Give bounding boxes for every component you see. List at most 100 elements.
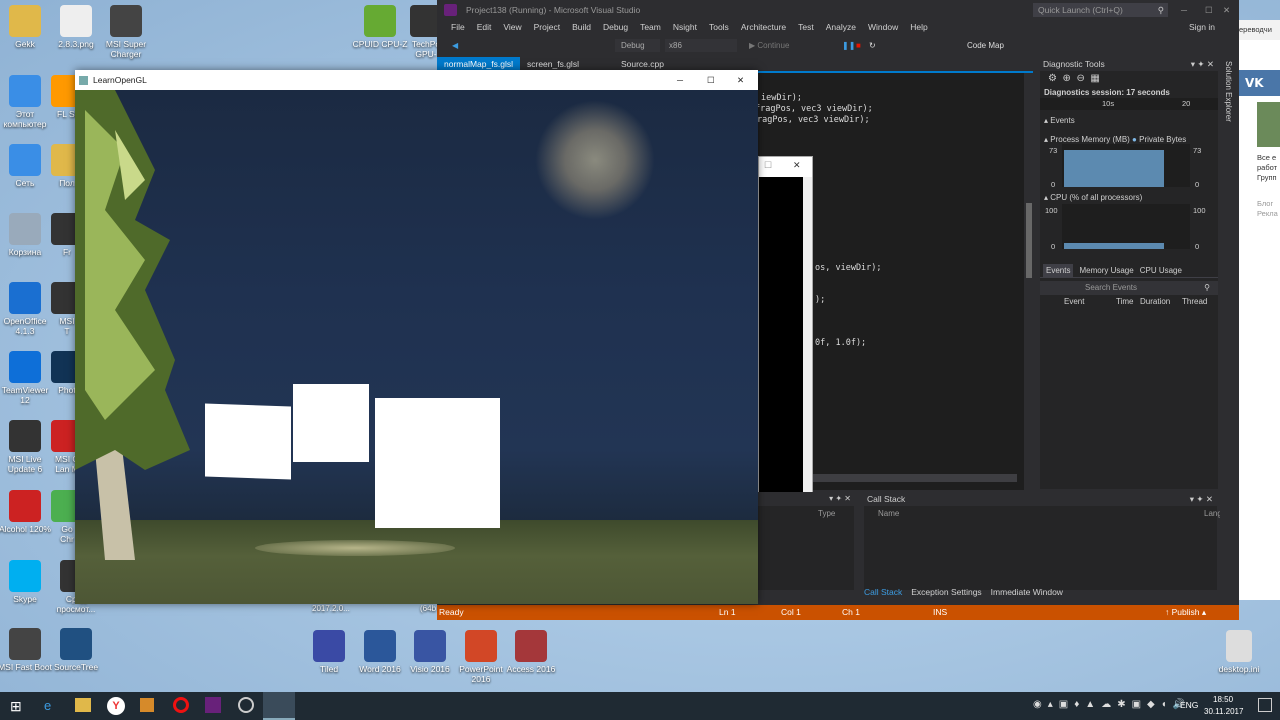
restart-icon[interactable]: ↻ <box>869 35 876 56</box>
start-windows-icon[interactable]: ⊞ <box>10 698 22 715</box>
edge-icon[interactable]: e <box>44 698 51 713</box>
sign-in-link[interactable]: Sign in <box>1183 20 1221 35</box>
console-scrollbar[interactable] <box>803 177 812 496</box>
clock-time[interactable]: 18:50 <box>1213 695 1233 704</box>
bottom-tabs: Call Stack Exception Settings Immediate … <box>864 587 1063 597</box>
panel-controls[interactable]: ▾ ✦ ✕ <box>1191 57 1214 71</box>
yandex-browser-icon[interactable]: Y <box>107 697 125 715</box>
minimize-button[interactable]: ─ <box>677 70 683 90</box>
menu-analyze[interactable]: Analyze <box>820 20 862 35</box>
maximize-button[interactable]: ☐ <box>707 70 715 90</box>
diag-header: Diagnostic Tools ▾ ✦ ✕ <box>1040 57 1218 71</box>
menu-test[interactable]: Test <box>792 20 820 35</box>
notification-icon[interactable] <box>1258 698 1272 712</box>
ruler-label: 10s <box>1102 99 1115 108</box>
close-button[interactable]: ✕ <box>737 70 744 90</box>
config-dropdown[interactable]: Debug <box>615 39 660 52</box>
unity-icon[interactable] <box>238 697 254 713</box>
pause-icon[interactable]: ❚❚ <box>842 35 855 56</box>
continue-button[interactable]: ▶ Continue <box>749 35 789 56</box>
h-scrollbar[interactable] <box>807 474 1017 482</box>
language-indicator[interactable]: ENG <box>1180 700 1198 710</box>
tab-screen-fs[interactable]: screen_fs.glsl <box>520 57 586 71</box>
menu-file[interactable]: File <box>445 20 471 35</box>
search-events-input[interactable]: Search Events ⚲ <box>1040 281 1218 295</box>
menu-team[interactable]: Team <box>634 20 667 35</box>
col-duration[interactable]: Duration <box>1140 295 1170 309</box>
tab-events[interactable]: Events <box>1043 264 1074 277</box>
media-icon[interactable] <box>140 698 154 712</box>
tab-exception-settings[interactable]: Exception Settings <box>911 587 981 597</box>
quick-launch-placeholder: Quick Launch (Ctrl+Q) <box>1038 5 1123 15</box>
desktop-icon-label: SourceTree <box>53 662 99 672</box>
learnopengl-window[interactable]: LearnOpenGL ─ ☐ ✕ <box>75 70 758 604</box>
minimize-button[interactable]: ─ <box>1181 0 1187 20</box>
col-event[interactable]: Event <box>1064 295 1084 309</box>
menu-window[interactable]: Window <box>862 20 904 35</box>
solution-explorer-tab[interactable]: Solution Explorer <box>1220 57 1239 600</box>
menu-tools[interactable]: Tools <box>703 20 735 35</box>
tray-icons[interactable]: ◉▴▣♦▲☁✱▣◆◖🔊 <box>1033 699 1191 710</box>
desktop-file-ini[interactable]: desktop.ini <box>1203 630 1275 690</box>
stop-icon[interactable]: ■ <box>856 35 861 56</box>
clock-date[interactable]: 30.11.2017 <box>1204 707 1243 716</box>
name-column-header: Name <box>878 509 900 518</box>
tab-source-cpp[interactable]: Source.cpp <box>614 57 671 71</box>
opera-icon[interactable] <box>173 697 189 713</box>
close-button[interactable]: ✕ <box>1223 0 1230 20</box>
tab-memory-usage[interactable]: Memory Usage <box>1079 264 1133 277</box>
status-line: Ln 1 <box>719 607 736 617</box>
ini-file-icon <box>1226 630 1252 662</box>
desktop-icon[interactable]: Access 2016 <box>495 630 567 690</box>
menu-build[interactable]: Build <box>566 20 597 35</box>
browser-text: Групп <box>1257 173 1277 182</box>
menu-edit[interactable]: Edit <box>471 20 498 35</box>
word-icon <box>364 630 396 662</box>
search-icon: ⚲ <box>1157 5 1164 15</box>
col-thread[interactable]: Thread <box>1182 295 1207 309</box>
menu-architecture[interactable]: Architecture <box>735 20 792 35</box>
white-quad-1 <box>205 403 291 480</box>
tab-cpu-usage[interactable]: CPU Usage <box>1140 264 1182 277</box>
quick-launch-input[interactable]: Quick Launch (Ctrl+Q) ⚲ <box>1033 3 1168 17</box>
menu-project[interactable]: Project <box>528 20 566 35</box>
memory-fill <box>1064 150 1164 187</box>
diag-toolbar[interactable]: ⚙ ⊕ ⊖ ▦ <box>1040 71 1218 87</box>
browser-text: Все е <box>1257 153 1277 162</box>
diag-session: Diagnostics session: 17 seconds <box>1044 88 1170 97</box>
panel-controls[interactable]: ▾ ✦ ✕ <box>758 492 854 506</box>
desktop-icon[interactable]: SourceTree <box>40 628 112 688</box>
visual-studio-task-icon[interactable] <box>205 697 221 713</box>
close-icon[interactable]: ✕ <box>793 160 801 171</box>
desktop-icon[interactable]: MSI Super Charger <box>90 5 162 65</box>
code-map-button[interactable]: Code Map <box>967 35 1004 56</box>
scrollbar-thumb[interactable] <box>1026 203 1032 278</box>
editor-scrollbar[interactable] <box>1024 73 1034 490</box>
file-explorer-icon[interactable] <box>75 698 91 712</box>
menu-help[interactable]: Help <box>904 20 933 35</box>
col-time[interactable]: Time <box>1116 295 1133 309</box>
maximize-icon[interactable]: ☐ <box>764 160 772 171</box>
tab-immediate-window[interactable]: Immediate Window <box>991 587 1063 597</box>
learnopengl-task-button[interactable] <box>263 692 295 720</box>
console-window[interactable]: ☐ ✕ <box>758 156 813 497</box>
code-line: ragPos, vec3 viewDir); <box>757 115 870 125</box>
taskbar: ⊞ e Y ◉▴▣♦▲☁✱▣◆◖🔊 ENG 18:50 30.11.2017 <box>0 692 1280 720</box>
maximize-button[interactable]: ☐ <box>1205 0 1213 20</box>
tab-normalmap[interactable]: normalMap_fs.glsl <box>437 57 520 71</box>
menu-view[interactable]: View <box>497 20 527 35</box>
vk-logo-icon: VK <box>1239 70 1280 96</box>
publish-button[interactable]: ↑ Publish ▴ <box>1165 605 1206 620</box>
timeline-ruler[interactable]: 10s 20 <box>1040 98 1218 110</box>
render-viewport[interactable] <box>75 90 758 604</box>
moon <box>535 100 655 220</box>
menu-debug[interactable]: Debug <box>597 20 634 35</box>
tab-call-stack[interactable]: Call Stack <box>864 587 902 597</box>
platform-dropdown[interactable]: x86 <box>665 39 737 52</box>
menu-nsight[interactable]: Nsight <box>667 20 703 35</box>
panel-controls[interactable]: ▾ ✦ ✕ <box>1190 492 1213 506</box>
tree-model <box>75 90 190 560</box>
code-line: fragPos, vec3 viewDir); <box>755 104 873 114</box>
vs-menubar: File Edit View Project Build Debug Team … <box>437 20 1239 35</box>
back-icon[interactable]: ◀ <box>452 41 458 50</box>
